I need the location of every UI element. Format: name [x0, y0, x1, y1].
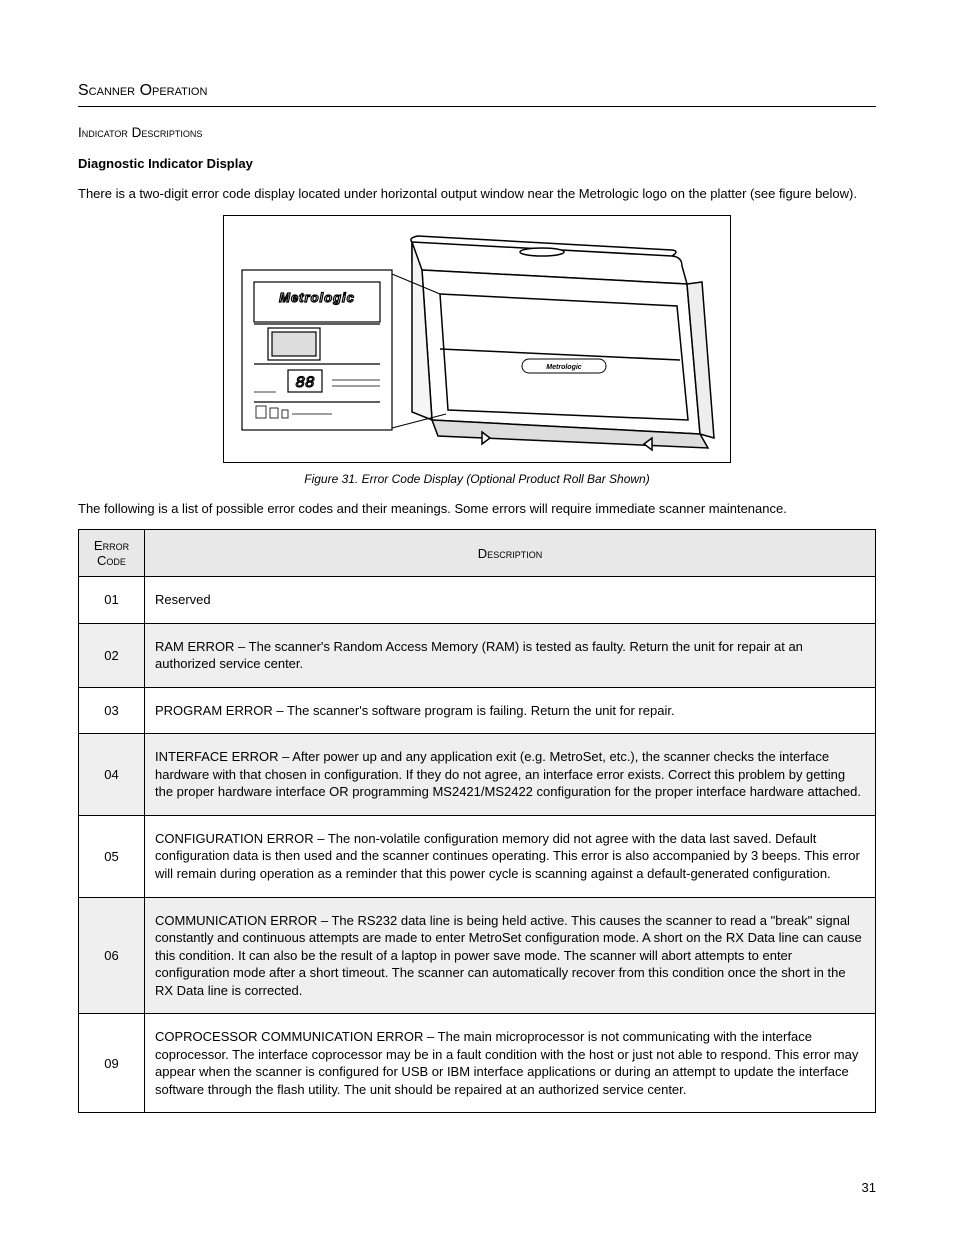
- brand-plate-text: Metrologic: [546, 364, 581, 371]
- col-header-desc: Description: [145, 530, 876, 577]
- section-title: Scanner Operation: [78, 82, 876, 100]
- error-desc-cell: CONFIGURATION ERROR – The non-volatile c…: [145, 815, 876, 897]
- error-desc-cell: COMMUNICATION ERROR – The RS232 data lin…: [145, 897, 876, 1014]
- subsection-title: Indicator Descriptions: [78, 125, 876, 140]
- table-row: 05CONFIGURATION ERROR – The non-volatile…: [79, 815, 876, 897]
- figure-caption: Figure 31. Error Code Display (Optional …: [78, 472, 876, 486]
- diagnostic-heading: Diagnostic Indicator Display: [78, 156, 876, 171]
- page-number: 31: [862, 1180, 876, 1195]
- error-desc-cell: COPROCESSOR COMMUNICATION ERROR – The ma…: [145, 1014, 876, 1113]
- error-code-cell: 01: [79, 577, 145, 624]
- table-row: 06COMMUNICATION ERROR – The RS232 data l…: [79, 897, 876, 1014]
- intro-paragraph: There is a two-digit error code display …: [78, 185, 876, 203]
- table-row: 09COPROCESSOR COMMUNICATION ERROR – The …: [79, 1014, 876, 1113]
- error-code-cell: 06: [79, 897, 145, 1014]
- table-row: 03PROGRAM ERROR – The scanner's software…: [79, 687, 876, 734]
- post-figure-paragraph: The following is a list of possible erro…: [78, 500, 876, 518]
- error-desc-cell: Reserved: [145, 577, 876, 624]
- figure-container: Metrologic Metrologic: [78, 215, 876, 466]
- inset-logo-text: Metrologic: [279, 290, 355, 305]
- error-code-cell: 02: [79, 623, 145, 687]
- table-row: 02RAM ERROR – The scanner's Random Acces…: [79, 623, 876, 687]
- error-desc-cell: INTERFACE ERROR – After power up and any…: [145, 734, 876, 816]
- error-code-table: Error Code Description 01Reserved02RAM E…: [78, 529, 876, 1113]
- col-header-code: Error Code: [79, 530, 145, 577]
- scanner-diagram: Metrologic Metrologic: [232, 224, 722, 454]
- error-code-cell: 05: [79, 815, 145, 897]
- error-code-cell: 04: [79, 734, 145, 816]
- table-row: 01Reserved: [79, 577, 876, 624]
- figure-frame: Metrologic Metrologic: [223, 215, 731, 463]
- error-code-cell: 03: [79, 687, 145, 734]
- error-desc-cell: RAM ERROR – The scanner's Random Access …: [145, 623, 876, 687]
- section-divider: [78, 106, 876, 107]
- error-digits: 88: [295, 374, 315, 392]
- error-code-cell: 09: [79, 1014, 145, 1113]
- table-row: 04INTERFACE ERROR – After power up and a…: [79, 734, 876, 816]
- error-desc-cell: PROGRAM ERROR – The scanner's software p…: [145, 687, 876, 734]
